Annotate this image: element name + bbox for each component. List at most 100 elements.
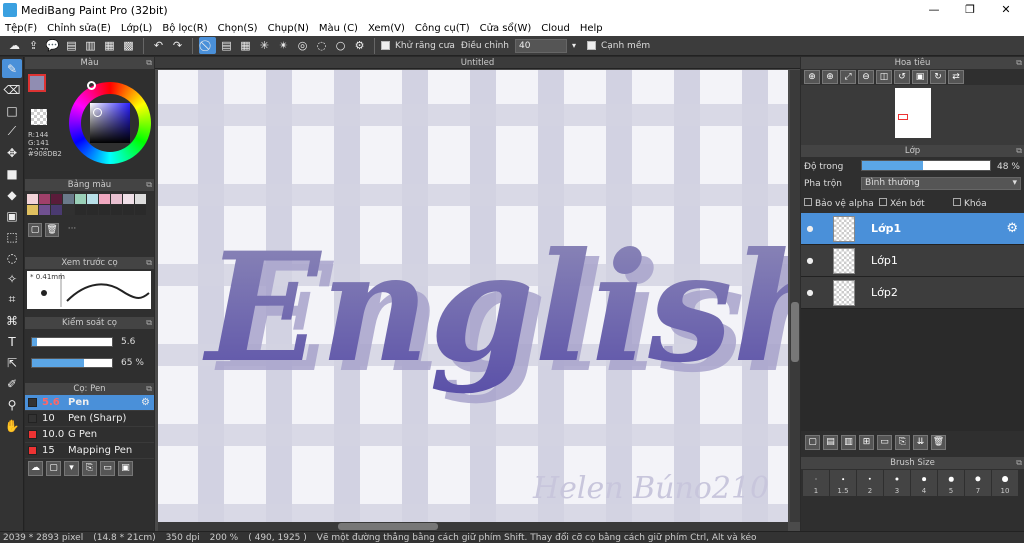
new-8bit-layer-icon[interactable]: ▥ <box>841 434 856 450</box>
menu-color[interactable]: Màu (C) <box>314 23 363 34</box>
brush-tool-icon[interactable]: ✎ <box>2 59 22 78</box>
gradient-tool-icon[interactable]: ▣ <box>2 206 22 225</box>
menu-help[interactable]: Help <box>575 23 608 34</box>
bucket-tool-icon[interactable]: ◆ <box>2 185 22 204</box>
add-brush-menu-icon[interactable]: ▾ <box>64 460 79 476</box>
pin-icon[interactable]: ⧉ <box>146 57 152 69</box>
layer-row[interactable]: ● Lớp1 ⚙ <box>801 213 1024 245</box>
magic-wand-tool-icon[interactable]: ✧ <box>2 269 22 288</box>
brush-item[interactable]: 5.6 Pen ⚙ <box>25 395 154 411</box>
brush-item[interactable]: 10 Pen (Sharp) <box>25 411 154 427</box>
brush-size-preset[interactable]: 5 <box>938 470 964 496</box>
brush-size-preset[interactable]: 10 <box>992 470 1018 496</box>
pin-icon[interactable]: ⧉ <box>1016 145 1022 157</box>
select-eraser-tool-icon[interactable]: ⌘ <box>2 311 22 330</box>
palette-swatch[interactable] <box>123 205 134 215</box>
protect-alpha-checkbox[interactable] <box>804 198 812 206</box>
brush-folder-icon[interactable]: ▭ <box>100 460 115 476</box>
menu-select[interactable]: Chọn(S) <box>213 23 263 34</box>
menu-layer[interactable]: Lớp(L) <box>116 23 157 34</box>
rotate-left-icon[interactable]: ↺ <box>894 70 910 84</box>
lock-checkbox[interactable] <box>953 198 961 206</box>
brush-item[interactable]: 10.0 G Pen <box>25 427 154 443</box>
brush-opacity-slider[interactable] <box>31 358 113 368</box>
snap-off-icon[interactable]: ⃠ <box>199 37 216 54</box>
menu-window[interactable]: Cửa sổ(W) <box>475 23 537 34</box>
visibility-eye-icon[interactable]: ● <box>803 256 817 265</box>
palette-swatch[interactable] <box>51 194 62 204</box>
brush-size-preset[interactable]: 3 <box>884 470 910 496</box>
reset-view-icon[interactable]: ▣ <box>912 70 928 84</box>
palette-swatch[interactable] <box>111 194 122 204</box>
palette-swatch[interactable] <box>99 194 110 204</box>
eraser-tool-icon[interactable]: ⌫ <box>2 80 22 99</box>
layer-row[interactable]: ● Lớp1 <box>801 245 1024 277</box>
palette-more-label[interactable]: ··· <box>62 223 82 237</box>
brush-size-preset[interactable]: 1 <box>803 470 829 496</box>
redo-icon[interactable]: ↷ <box>169 37 186 54</box>
navigator-viewport-frame[interactable] <box>898 114 908 120</box>
palette-swatch[interactable] <box>75 205 86 215</box>
palette-swatch[interactable] <box>39 205 50 215</box>
visibility-eye-icon[interactable]: ● <box>803 288 817 297</box>
cloud-brush-icon[interactable]: ☁ <box>28 460 43 476</box>
palette-swatch[interactable] <box>63 205 74 215</box>
dot-tool-icon[interactable]: ⟋ <box>2 122 22 141</box>
ellipse-snap-icon[interactable]: ○ <box>332 37 349 54</box>
page-icon[interactable]: ▦ <box>101 37 118 54</box>
clipping-checkbox[interactable] <box>879 198 887 206</box>
vertical-scrollbar[interactable] <box>790 70 800 522</box>
zoom-in-alt-icon[interactable]: ⊕ <box>822 70 838 84</box>
snap-settings-gear-icon[interactable]: ⚙ <box>351 37 368 54</box>
adjust-spinner-icon[interactable]: ▾ <box>569 37 579 54</box>
layer-row[interactable]: ● Lớp2 <box>801 277 1024 309</box>
hand-tool-icon[interactable]: ✋ <box>2 416 22 435</box>
brush-size-slider[interactable] <box>31 337 113 347</box>
clipping-option[interactable]: Xén bớt <box>879 198 925 209</box>
artboard[interactable]: English English Helen Búno210 <box>158 70 788 522</box>
flip-icon[interactable]: ⇄ <box>948 70 964 84</box>
palette-swatch[interactable] <box>51 205 62 215</box>
palette-swatch[interactable] <box>27 205 38 215</box>
rotate-right-icon[interactable]: ↻ <box>930 70 946 84</box>
brush-size-preset[interactable]: 7 <box>965 470 991 496</box>
palette-swatch[interactable] <box>111 205 122 215</box>
cloud-icon[interactable]: ☁ <box>6 37 23 54</box>
menu-filter[interactable]: Bộ lọc(R) <box>157 23 212 34</box>
palette-swatch[interactable] <box>75 194 86 204</box>
fit-icon[interactable]: ⤢ <box>840 70 856 84</box>
delete-brush-icon[interactable]: ▣ <box>118 460 133 476</box>
blend-mode-select[interactable]: Bình thường ▾ <box>861 177 1021 190</box>
transparent-color-swatch[interactable] <box>31 109 47 125</box>
pin-icon[interactable]: ⧉ <box>146 257 152 269</box>
restore-button[interactable]: ❐ <box>952 0 988 20</box>
menu-file[interactable]: Tệp(F) <box>0 23 42 34</box>
zoom-in-icon[interactable]: ⊕ <box>804 70 820 84</box>
navigator-preview[interactable] <box>801 85 1024 145</box>
layer-opacity-slider[interactable] <box>861 160 991 171</box>
visibility-eye-icon[interactable]: ● <box>803 224 817 233</box>
rectangle-tool-icon[interactable]: □ <box>2 101 22 120</box>
delete-palette-icon[interactable]: 🗑 <box>45 223 59 237</box>
merge-layer-icon[interactable]: ⇊ <box>913 434 928 450</box>
layer-settings-gear-icon[interactable]: ⚙ <box>1006 221 1018 236</box>
divide-tool-icon[interactable]: ✐ <box>2 374 22 393</box>
move-tool-icon[interactable]: ✥ <box>2 143 22 162</box>
copy-brush-icon[interactable]: ⎘ <box>82 460 97 476</box>
new-layer-icon[interactable]: ▢ <box>805 434 820 450</box>
palette-swatch[interactable] <box>63 194 74 204</box>
palette-swatch[interactable] <box>87 205 98 215</box>
close-button[interactable]: ✕ <box>988 0 1024 20</box>
cross-snap-icon[interactable]: ▦ <box>237 37 254 54</box>
eyedropper-tool-icon[interactable]: ⚲ <box>2 395 22 414</box>
pin-icon[interactable]: ⧉ <box>146 383 152 395</box>
brush-size-preset[interactable]: 1.5 <box>830 470 856 496</box>
horizontal-scrollbar[interactable] <box>158 522 788 531</box>
pin-icon[interactable]: ⧉ <box>1016 457 1022 469</box>
operation-tool-icon[interactable]: ⇱ <box>2 353 22 372</box>
layer-folder-icon[interactable]: ▭ <box>877 434 892 450</box>
new-palette-icon[interactable]: ▢ <box>28 223 42 237</box>
menu-snap[interactable]: Chụp(N) <box>263 23 314 34</box>
palette-swatch[interactable] <box>87 194 98 204</box>
palette-swatch[interactable] <box>99 205 110 215</box>
